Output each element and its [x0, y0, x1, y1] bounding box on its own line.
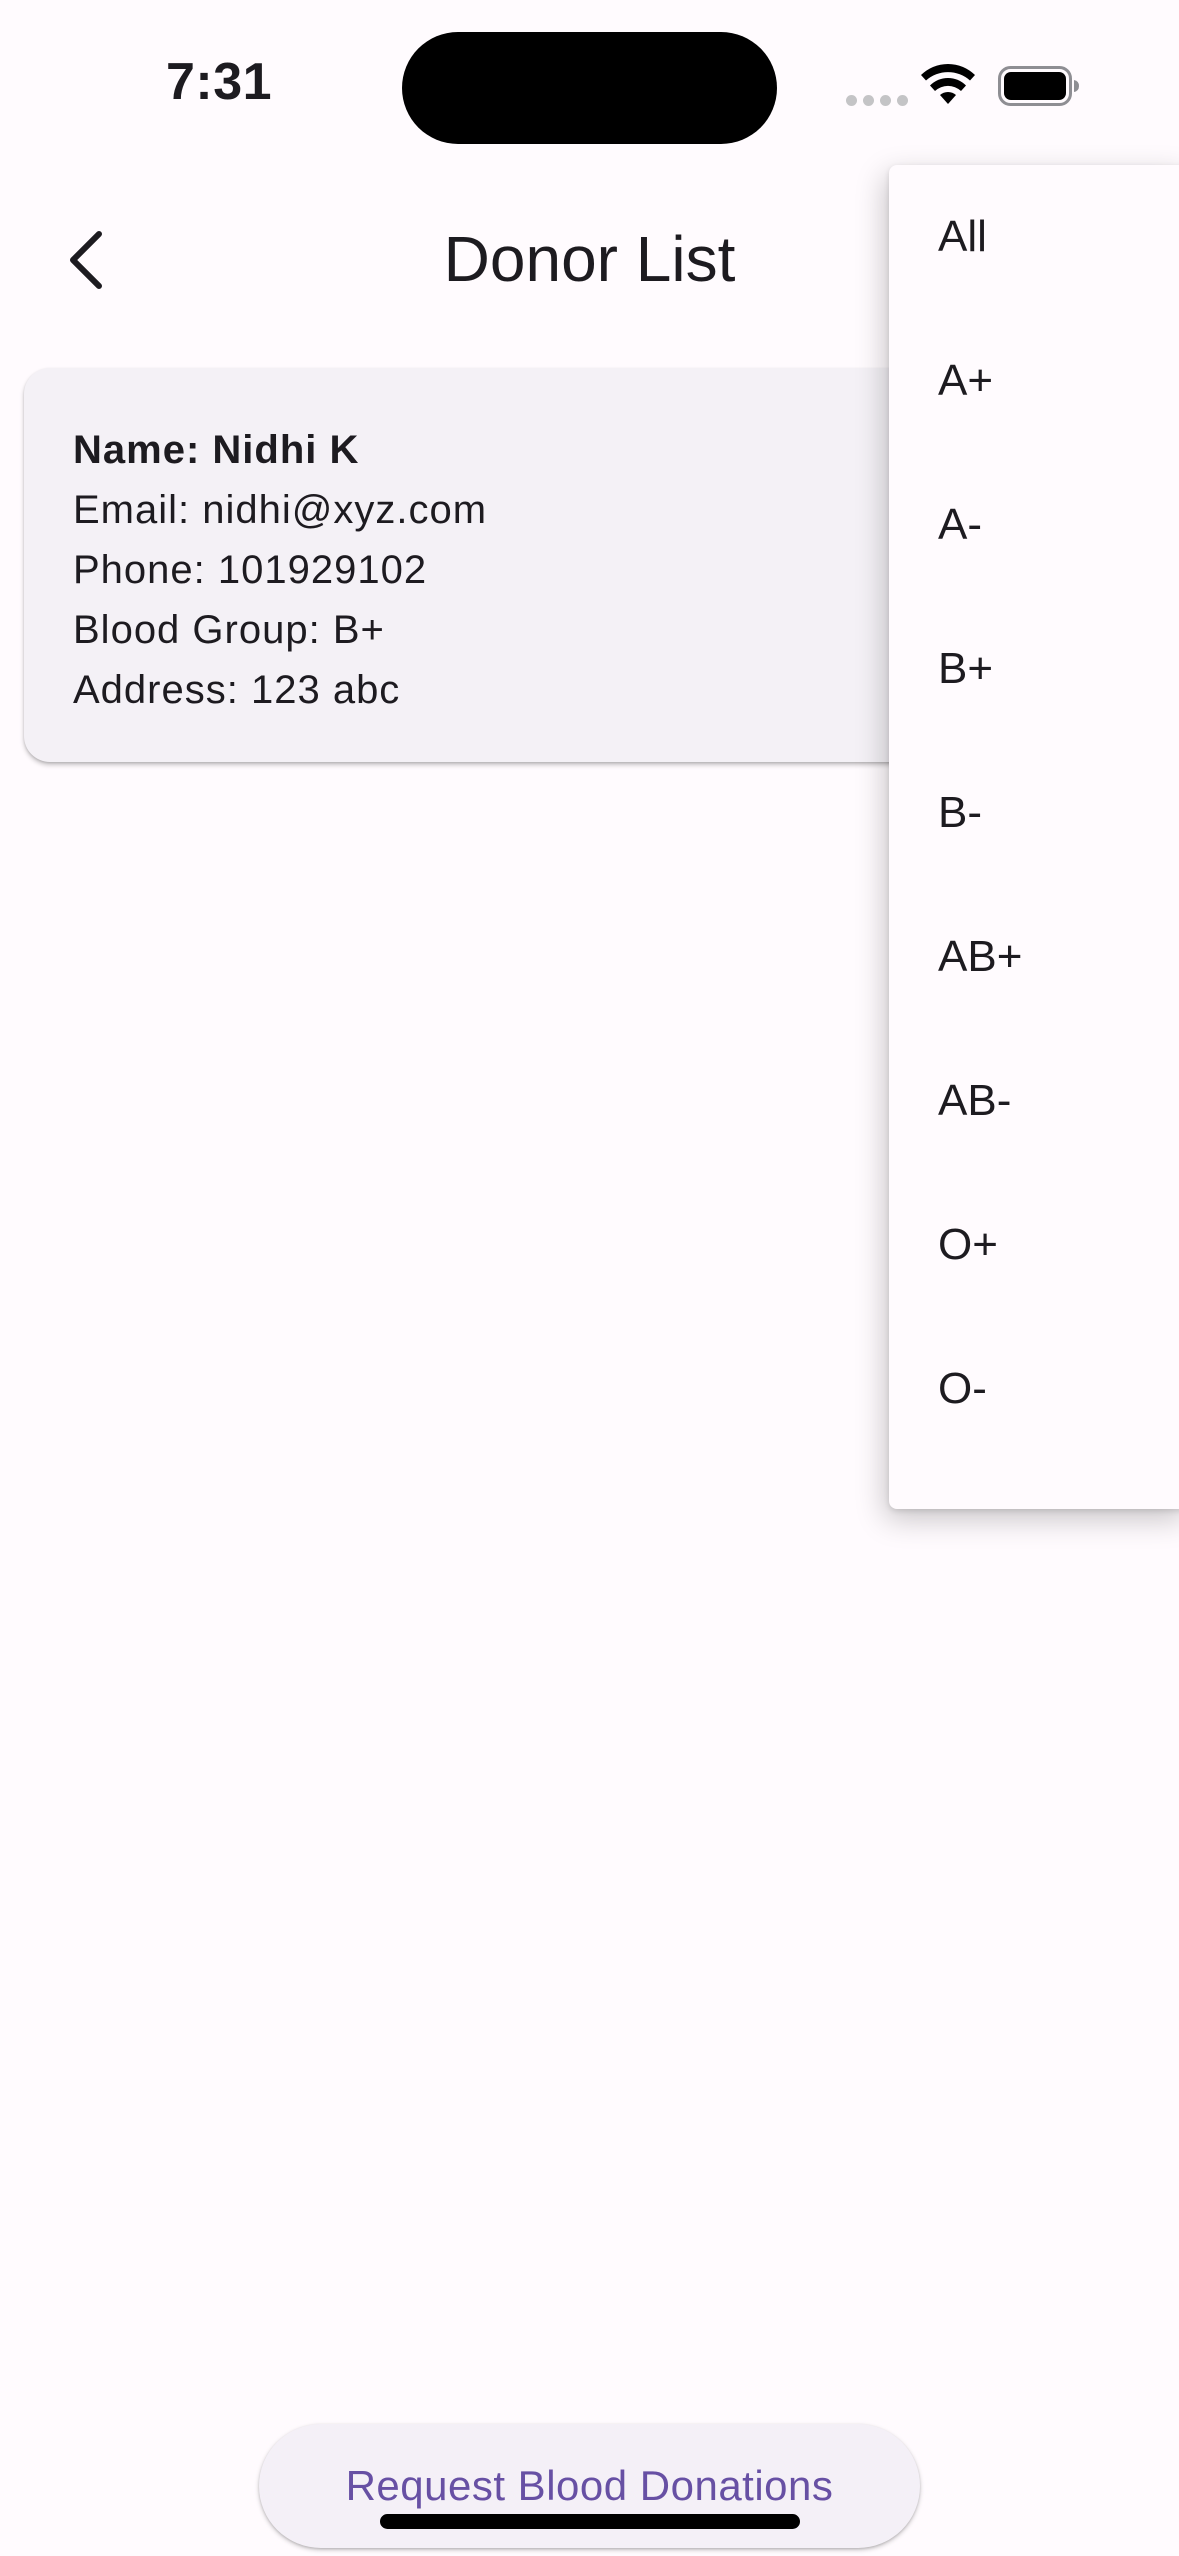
- wifi-icon: [921, 64, 975, 104]
- menu-item-o-neg[interactable]: O-: [889, 1317, 1179, 1461]
- menu-item-o-pos[interactable]: O+: [889, 1173, 1179, 1317]
- request-blood-donations-button[interactable]: Request Blood Donations: [259, 2424, 920, 2548]
- status-time: 7:31: [166, 53, 273, 111]
- cellular-signal-icon: [846, 95, 908, 106]
- battery-icon: [998, 66, 1079, 106]
- menu-item-b-pos[interactable]: B+: [889, 597, 1179, 741]
- dynamic-island: [402, 32, 777, 144]
- menu-item-all[interactable]: All: [889, 165, 1179, 309]
- menu-item-b-neg[interactable]: B-: [889, 741, 1179, 885]
- menu-item-a-neg[interactable]: A-: [889, 453, 1179, 597]
- menu-item-ab-pos[interactable]: AB+: [889, 885, 1179, 1029]
- blood-group-filter-menu: All A+ A- B+ B- AB+ AB- O+ O-: [889, 165, 1179, 1509]
- menu-item-a-pos[interactable]: A+: [889, 309, 1179, 453]
- menu-item-ab-neg[interactable]: AB-: [889, 1029, 1179, 1173]
- home-indicator[interactable]: [380, 2514, 800, 2529]
